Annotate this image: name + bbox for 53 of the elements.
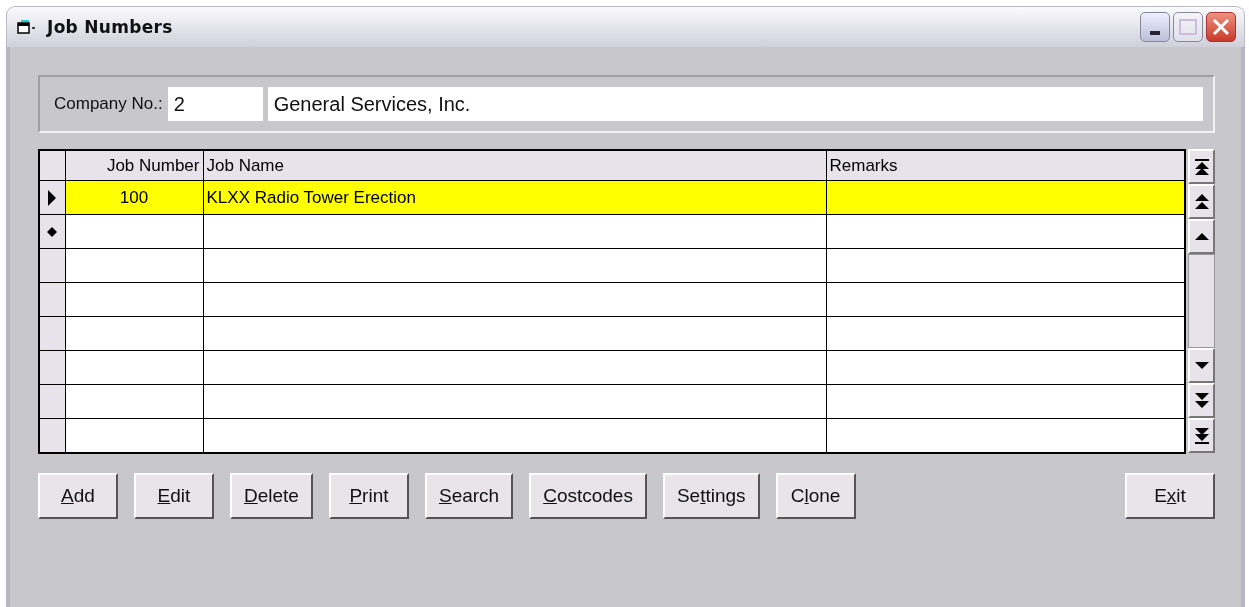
table-row[interactable] — [39, 418, 1185, 453]
table-row[interactable] — [39, 350, 1185, 385]
table-row[interactable] — [39, 248, 1185, 283]
last-arrow-icon — [1194, 427, 1209, 444]
company-label: Company No.: — [54, 94, 163, 114]
action-button[interactable]: Clone — [775, 473, 856, 519]
scroll-nextpage-button[interactable] — [1188, 383, 1215, 418]
table-row[interactable]: 100 KLXX Radio Tower Erection — [39, 180, 1185, 215]
table-cell: 100 — [65, 180, 203, 215]
scroll-prevpage-button[interactable] — [1188, 184, 1215, 219]
action-button[interactable]: Costcodes — [529, 473, 647, 519]
window-title: Job Numbers — [47, 17, 173, 37]
action-button[interactable]: Search — [424, 473, 514, 519]
scroll-next-button[interactable] — [1188, 348, 1215, 383]
table-row[interactable] — [39, 214, 1185, 249]
action-button[interactable]: Print — [328, 473, 409, 519]
maximize-icon — [1179, 19, 1197, 35]
down-arrow-icon — [1194, 362, 1209, 369]
exit-button[interactable]: Exit — [1125, 473, 1215, 519]
row-selector[interactable] — [39, 418, 65, 453]
column-header[interactable]: Job Number — [65, 150, 203, 181]
company-name-field[interactable]: General Services, Inc. — [267, 87, 1203, 121]
row-selector[interactable] — [39, 350, 65, 385]
scroll-first-button[interactable] — [1188, 149, 1215, 184]
first-arrow-icon — [1194, 158, 1209, 175]
row-selector[interactable] — [39, 384, 65, 419]
current-row-icon — [48, 189, 57, 206]
minimize-icon — [1150, 31, 1160, 35]
double-down-arrow-icon — [1194, 393, 1209, 408]
row-selector[interactable] — [39, 248, 65, 283]
new-row-icon — [47, 226, 58, 237]
row-selector[interactable] — [39, 316, 65, 351]
scroll-prev-button[interactable] — [1188, 219, 1215, 254]
close-icon — [1212, 18, 1230, 36]
table-row[interactable] — [39, 316, 1185, 351]
column-header[interactable]: Remarks — [826, 150, 1185, 181]
table-cell: KLXX Radio Tower Erection — [203, 180, 826, 215]
table-row[interactable] — [39, 282, 1185, 317]
row-selector[interactable] — [39, 282, 65, 317]
up-arrow-icon — [1194, 233, 1209, 240]
table-row[interactable] — [39, 384, 1185, 419]
row-selector[interactable] — [39, 214, 65, 249]
minimize-button[interactable] — [1140, 12, 1170, 42]
scroll-last-button[interactable] — [1188, 418, 1215, 453]
action-button[interactable]: Edit — [134, 473, 214, 519]
close-button[interactable] — [1206, 12, 1236, 42]
row-selector[interactable] — [39, 180, 65, 215]
action-button[interactable]: Add — [38, 473, 118, 519]
action-button[interactable]: Settings — [662, 473, 760, 519]
action-button[interactable]: Delete — [230, 473, 313, 519]
company-number-field[interactable]: 2 — [167, 87, 263, 121]
column-header[interactable]: Job Name — [203, 150, 826, 181]
double-up-arrow-icon — [1194, 194, 1209, 209]
